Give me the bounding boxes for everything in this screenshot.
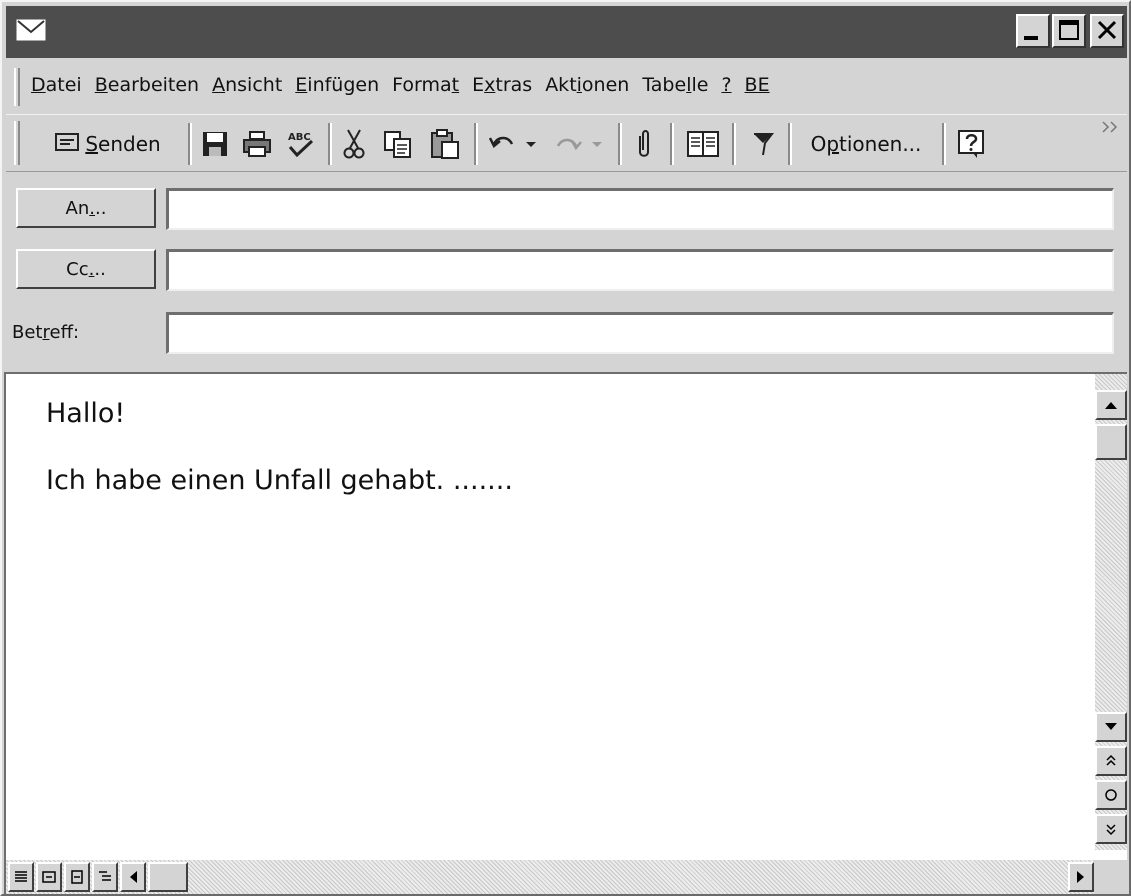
message-line: Hallo! [46, 398, 126, 429]
copy-button[interactable] [378, 123, 418, 165]
scissors-icon [343, 129, 365, 159]
send-button[interactable]: Senden [32, 123, 184, 165]
web-layout-view-button[interactable] [36, 862, 62, 892]
toolbar: Senden ABC Optionen... [6, 114, 1127, 172]
print-button[interactable] [238, 123, 276, 165]
close-button[interactable] [1090, 14, 1124, 48]
outline-view-button[interactable] [92, 862, 118, 892]
toolbar-grip[interactable] [14, 121, 20, 165]
address-book-icon [687, 131, 719, 157]
scroll-down-button[interactable] [1095, 712, 1127, 742]
toolbar-separator [788, 123, 792, 165]
horizontal-scrollbar[interactable] [6, 860, 1096, 894]
menu-datei[interactable]: Datei [30, 74, 83, 96]
title-bar [6, 6, 1127, 58]
toolbar-separator [732, 123, 736, 165]
undo-icon [488, 136, 536, 148]
options-button[interactable]: Optionen... [796, 123, 936, 165]
cut-button[interactable] [336, 123, 372, 165]
next-page-button[interactable] [1095, 814, 1127, 844]
svg-text:ABC: ABC [288, 132, 311, 143]
menu-bar: Datei Bearbeiten Ansicht Einfügen Format… [6, 62, 1127, 112]
menu-einfuegen[interactable]: Einfügen [294, 74, 380, 96]
menu-tabelle[interactable]: Tabelle [641, 74, 709, 96]
address-book-button[interactable] [680, 123, 726, 165]
spellcheck-button[interactable]: ABC [280, 123, 320, 165]
vertical-scroll-thumb[interactable] [1095, 424, 1127, 460]
menu-help[interactable]: ? [720, 74, 732, 96]
outline-view-icon [99, 871, 111, 881]
help-icon [958, 130, 984, 158]
toolbar-overflow-chevron[interactable] [1098, 117, 1122, 137]
scrollbar-corner [1094, 860, 1127, 894]
normal-view-button[interactable] [8, 862, 34, 892]
flag-button[interactable] [746, 123, 780, 165]
menubar-grip[interactable] [14, 68, 20, 106]
menu-ansicht[interactable]: Ansicht [211, 74, 283, 96]
message-line: Ich habe einen Unfall gehabt. ....... [46, 465, 513, 496]
print-layout-view-button[interactable] [64, 862, 90, 892]
paperclip-icon [639, 130, 649, 157]
menu-be[interactable]: BE [744, 74, 771, 96]
previous-page-button[interactable] [1095, 746, 1127, 776]
message-body[interactable]: Hallo! Ich habe einen Unfall gehabt. ...… [4, 372, 1127, 894]
toolbar-separator [188, 123, 192, 165]
envelope-icon [16, 18, 48, 46]
paste-icon [431, 129, 459, 159]
minimize-icon [1024, 36, 1038, 40]
circle-icon [1105, 789, 1117, 801]
select-browse-object-button[interactable] [1095, 780, 1127, 810]
menu-bearbeiten[interactable]: Bearbeiten [94, 74, 200, 96]
chevron-double-right-icon [1102, 121, 1118, 133]
minimize-button[interactable] [1016, 14, 1050, 48]
normal-view-icon [15, 871, 27, 882]
toolbar-separator [618, 123, 622, 165]
maximize-button[interactable] [1052, 14, 1086, 48]
toolbar-separator [328, 123, 332, 165]
arrow-right-icon [1077, 871, 1084, 883]
spellcheck-icon: ABC [288, 132, 314, 158]
close-icon [1097, 20, 1117, 40]
cc-field[interactable] [166, 249, 1114, 291]
redo-icon [556, 138, 602, 151]
double-arrow-down-icon [1106, 824, 1116, 836]
toolbar-separator [942, 123, 946, 165]
toolbar-separator [670, 123, 674, 165]
save-icon [203, 132, 227, 156]
toolbar-separator [474, 123, 478, 165]
compose-window: Datei Bearbeiten Ansicht Einfügen Format… [0, 0, 1131, 896]
copy-icon [384, 131, 411, 158]
subject-label: Betreff: [12, 322, 80, 343]
undo-button[interactable] [486, 123, 546, 165]
scroll-up-button[interactable] [1095, 390, 1127, 420]
paste-button[interactable] [424, 123, 466, 165]
save-button[interactable] [196, 123, 234, 165]
redo-button[interactable] [552, 123, 612, 165]
cc-button[interactable]: Cc... [16, 249, 156, 289]
horizontal-scroll-thumb[interactable] [148, 862, 188, 892]
menu-format[interactable]: Format [391, 74, 460, 96]
to-button[interactable]: An... [16, 188, 156, 228]
arrow-down-icon [1105, 723, 1117, 730]
arrow-left-icon [130, 871, 137, 883]
flag-icon [754, 133, 775, 156]
arrow-up-icon [1105, 402, 1117, 409]
double-arrow-up-icon [1106, 754, 1116, 766]
vertical-scrollbar[interactable] [1095, 374, 1127, 850]
message-text[interactable]: Hallo! Ich habe einen Unfall gehabt. ...… [46, 400, 513, 534]
menu-aktionen[interactable]: Aktionen [544, 74, 630, 96]
to-field[interactable] [166, 188, 1114, 230]
attach-button[interactable] [626, 123, 662, 165]
subject-field[interactable] [166, 312, 1114, 354]
scroll-right-button[interactable] [1068, 862, 1094, 892]
send-icon [55, 133, 80, 155]
maximize-icon [1059, 20, 1079, 40]
menu-extras[interactable]: Extras [471, 74, 533, 96]
print-layout-icon [71, 870, 83, 884]
scroll-left-button[interactable] [120, 862, 146, 892]
print-icon [243, 131, 271, 157]
web-layout-icon [42, 871, 56, 883]
help-button[interactable] [952, 123, 992, 165]
